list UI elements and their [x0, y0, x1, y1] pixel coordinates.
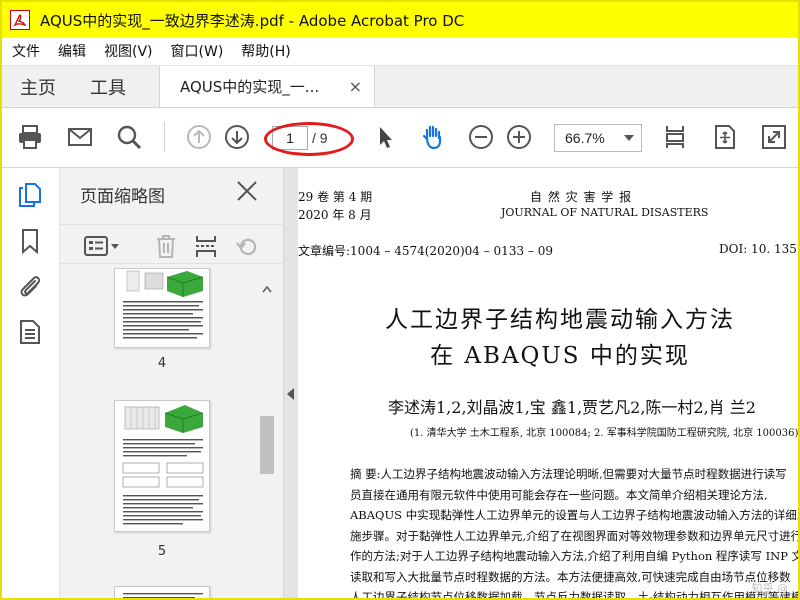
- document-properties-icon[interactable]: [15, 317, 45, 347]
- acrobat-logo-icon: [10, 10, 30, 30]
- window-title: AQUS中的实现_一致边界李述涛.pdf - Adobe Acrobat Pro…: [40, 11, 465, 30]
- menu-file[interactable]: 文件: [2, 38, 49, 66]
- navigation-rail: [2, 168, 60, 598]
- panel-splitter[interactable]: [284, 168, 298, 598]
- zoom-level-value: 66.7%: [565, 130, 605, 146]
- article-doi: DOI: 10. 13577: [719, 242, 798, 256]
- delete-icon[interactable]: [148, 233, 184, 259]
- attachment-icon[interactable]: [15, 271, 45, 301]
- undo-icon[interactable]: [230, 233, 266, 259]
- thumbnail-list: 4 5: [60, 268, 260, 598]
- menu-edit[interactable]: 编辑: [49, 38, 95, 66]
- thumbnails-panel: 页面缩略图 4 5: [60, 168, 284, 598]
- acrobat-window: AQUS中的实现_一致边界李述涛.pdf - Adobe Acrobat Pro…: [0, 0, 800, 600]
- search-icon[interactable]: [112, 120, 146, 154]
- abstract-line: 施步骤。对于黏弹性人工边界单元,介绍了在视图界面对等效物理参数和边界单元尺寸进行: [350, 528, 798, 543]
- paper-title-line-1: 人工边界子结构地震动输入方法: [385, 307, 735, 333]
- zoom-level-select[interactable]: 66.7%: [554, 124, 642, 152]
- watermark: 知乎 @: [751, 582, 789, 595]
- paper-title-line-2: 在 ABAQUS 中的实现: [430, 343, 690, 369]
- journal-date: 2020 年 8 月: [298, 208, 372, 222]
- abstract-line: 人工边界子结构节点位移数据加载、节点反力数据读取、土-结构动力相互作用模型等建模: [350, 590, 798, 600]
- thumbnail-page[interactable]: [114, 400, 210, 532]
- document-tab-label: AQUS中的实现_一...: [180, 78, 320, 96]
- tab-document[interactable]: AQUS中的实现_一... ×: [159, 66, 375, 107]
- print-icon[interactable]: [13, 120, 47, 154]
- close-panel-icon[interactable]: [236, 180, 258, 202]
- abstract-line: 摘 要:人工边界子结构地震波动输入方法理论明晰,但需要对大量节点时程数据进行读写: [350, 467, 787, 481]
- tab-home[interactable]: 主页: [2, 66, 73, 107]
- journal-volume: 29 卷 第 4 期: [298, 190, 373, 204]
- thumbnail-page[interactable]: [114, 268, 210, 348]
- title-bar: AQUS中的实现_一致边界李述涛.pdf - Adobe Acrobat Pro…: [2, 2, 798, 38]
- paper-affiliation: (1. 清华大学 土木工程系, 北京 100084; 2. 军事科学院国防工程研…: [410, 428, 798, 439]
- toolbar-divider: [164, 122, 165, 152]
- scroll-mode-icon[interactable]: [708, 120, 742, 154]
- abstract-line: 员直接在通用有限元软件中使用可能会存在一些问题。本文简单介绍相关理论方法,: [350, 487, 768, 502]
- collapse-panel-icon[interactable]: [287, 388, 294, 400]
- abstract-line: ABAQUS 中实现黏弹性人工边界单元的设置与人工边界子结构地震波动输入方法的详…: [350, 508, 798, 522]
- tab-bar: 主页 工具 AQUS中的实现_一... ×: [2, 66, 798, 108]
- thumbnail-page-number: 5: [157, 544, 167, 559]
- options-menu-icon[interactable]: [80, 233, 124, 259]
- thumbnail-page-number: 4: [157, 356, 167, 371]
- panel-title: 页面缩略图: [80, 187, 165, 207]
- red-highlight-annotation: [264, 122, 354, 156]
- hand-icon[interactable]: [416, 120, 450, 154]
- chevron-down-icon: [624, 135, 634, 141]
- article-number: 文章编号:1004 – 4574(2020)04 – 0133 – 09: [298, 244, 553, 258]
- scroll-up-icon[interactable]: [258, 280, 276, 298]
- paper-abstract: 摘 要:人工边界子结构地震波动输入方法理论明晰,但需要对大量节点时程数据进行读写…: [350, 464, 798, 600]
- close-tab-icon[interactable]: ×: [349, 77, 362, 96]
- page-down-icon[interactable]: [220, 120, 254, 154]
- thumbnail-page[interactable]: [114, 586, 210, 598]
- abstract-line: 作的方法;对于人工边界子结构地震动输入方法,介绍了利用自编 Python 程序读…: [350, 549, 798, 563]
- page-up-icon[interactable]: [182, 120, 216, 154]
- journal-name-en: JOURNAL OF NATURAL DISASTERS: [501, 206, 709, 219]
- paper-authors: 李述涛1,2,刘晶波1,宝 鑫1,贾艺凡2,陈一村2,肖 兰2: [388, 398, 756, 417]
- email-icon[interactable]: [63, 120, 97, 154]
- tab-tools[interactable]: 工具: [73, 66, 143, 107]
- fit-page-icon[interactable]: [658, 120, 692, 154]
- zoom-out-icon[interactable]: [464, 120, 498, 154]
- crop-pages-icon[interactable]: [188, 233, 224, 259]
- menu-view[interactable]: 视图(V): [95, 38, 162, 66]
- menu-bar: 文件 编辑 视图(V) 窗口(W) 帮助(H): [2, 38, 798, 66]
- abstract-line: 读取和写入大批量节点时程数据的方法。本方法便捷高效,可快速完成自由场节点位移数: [350, 569, 791, 584]
- zoom-in-icon[interactable]: [502, 120, 536, 154]
- page-thumbnails-icon[interactable]: [15, 180, 45, 210]
- fullscreen-icon[interactable]: [757, 120, 791, 154]
- main-toolbar: 1 / 9 66.7%: [2, 108, 798, 168]
- bookmark-icon[interactable]: [15, 226, 45, 256]
- document-view[interactable]: 29 卷 第 4 期 2020 年 8 月 自 然 灾 害 学 报 JOURNA…: [298, 168, 798, 600]
- journal-name-cn: 自 然 灾 害 学 报: [530, 190, 633, 204]
- select-arrow-icon[interactable]: [368, 120, 402, 154]
- thumbnail-toolbar: [60, 224, 284, 264]
- menu-help[interactable]: 帮助(H): [232, 38, 299, 66]
- scrollbar-thumb[interactable]: [260, 416, 274, 474]
- menu-window[interactable]: 窗口(W): [162, 38, 233, 66]
